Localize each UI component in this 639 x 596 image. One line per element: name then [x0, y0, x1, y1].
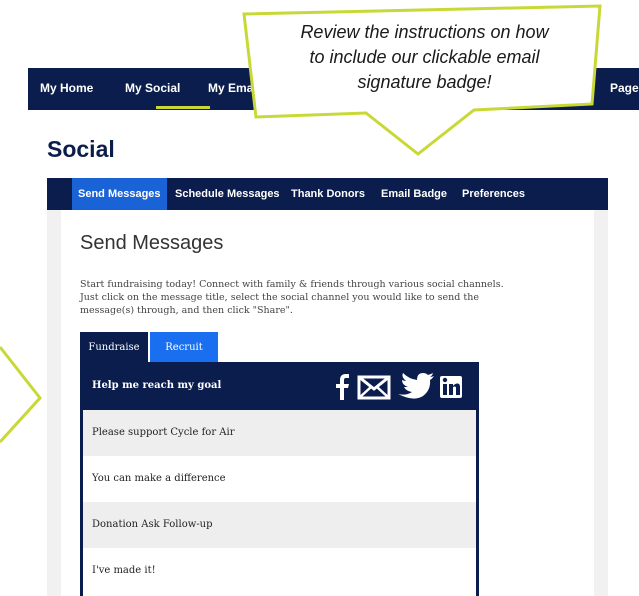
message-item-1[interactable]: Please support Cycle for Air	[83, 410, 476, 456]
callout-line-3: signature badge!	[357, 72, 492, 92]
intro-line-3: message(s) through, and then click "Shar…	[80, 305, 293, 316]
message-item-2[interactable]: You can make a difference	[83, 456, 476, 502]
intro-text: Start fundraising today! Connect with fa…	[80, 278, 510, 317]
message-list: Help me reach my goal Please support Cyc…	[80, 362, 479, 596]
message-item-4[interactable]: I've made it!	[83, 548, 476, 594]
message-header-label: Help me reach my goal	[92, 380, 222, 391]
facebook-icon[interactable]	[336, 374, 349, 400]
message-title: Donation Ask Follow-up	[92, 519, 213, 530]
tab-thank-donors[interactable]: Thank Donors	[291, 178, 365, 210]
tab-preferences[interactable]: Preferences	[462, 178, 525, 210]
tab-email-badge[interactable]: Email Badge	[381, 178, 447, 210]
message-header[interactable]: Help me reach my goal	[83, 362, 476, 410]
content-title: Send Messages	[80, 232, 224, 254]
tab-schedule-messages[interactable]: Schedule Messages	[175, 178, 280, 210]
social-panel: Send Messages Schedule Messages Thank Do…	[47, 178, 608, 596]
twitter-icon[interactable]	[398, 373, 434, 399]
message-item-3[interactable]: Donation Ask Follow-up	[83, 502, 476, 548]
tab-send-messages[interactable]: Send Messages	[72, 178, 167, 210]
send-messages-content: Send Messages Start fundraising today! C…	[61, 210, 594, 596]
page-title: Social	[47, 136, 115, 162]
intro-line-1: Start fundraising today! Connect with fa…	[80, 279, 504, 290]
message-title: Please support Cycle for Air	[92, 427, 235, 438]
intro-line-2: Just click on the message title, select …	[80, 292, 479, 303]
callout-text: Review the instructions on how to includ…	[252, 20, 597, 95]
tab-fundraise[interactable]: Fundraise	[80, 332, 148, 364]
message-title: I've made it!	[92, 565, 156, 576]
callout-line-1: Review the instructions on how	[300, 22, 549, 42]
callout-line-2: to include our clickable email	[309, 47, 540, 67]
social-share-icons	[336, 373, 462, 400]
social-sub-navigation: Send Messages Schedule Messages Thank Do…	[47, 178, 608, 210]
message-title: You can make a difference	[92, 473, 226, 484]
tab-recruit[interactable]: Recruit	[150, 332, 218, 364]
linkedin-icon[interactable]	[440, 376, 462, 398]
email-icon[interactable]	[357, 375, 391, 400]
